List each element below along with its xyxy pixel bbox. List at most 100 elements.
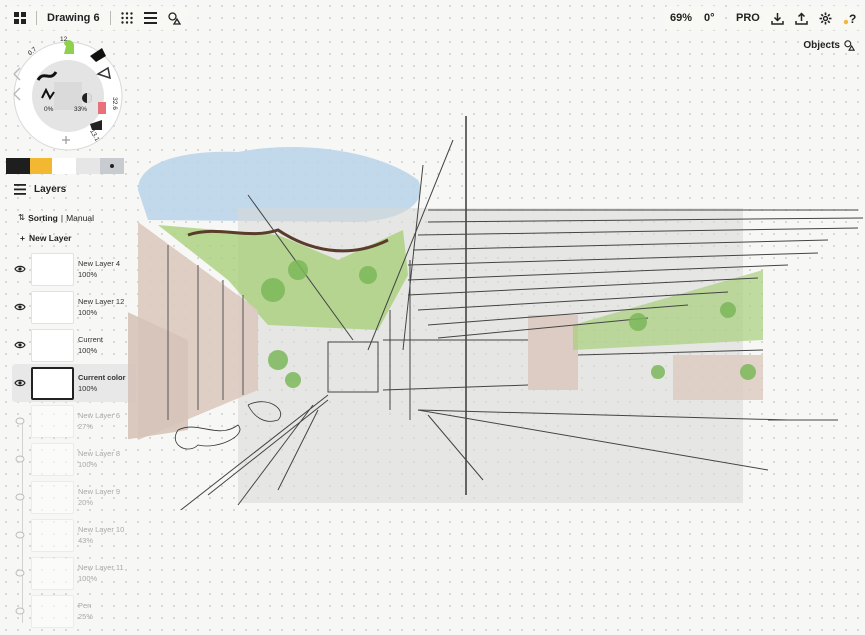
layer-thumbnail[interactable] [31,404,74,438]
visibility-toggle[interactable] [12,489,28,505]
dots-grid-icon [120,12,133,24]
layer-row[interactable]: New Layer 6 27% [12,402,136,440]
eye-icon [14,265,26,273]
swatch-light-gray[interactable] [76,158,100,174]
layer-opacity: 27% [78,422,94,431]
new-layer-button[interactable]: + New Layer [20,233,72,243]
visibility-toggle[interactable] [12,337,28,353]
view-info: 69% 0° [664,6,721,30]
layer-opacity: 100% [78,384,98,393]
new-layer-label: New Layer [28,233,72,243]
drawing-title[interactable]: Drawing 6 [41,12,106,24]
layer-thumbnail[interactable] [31,290,74,324]
layer-row[interactable]: Pen 25% [12,592,136,630]
layer-name: New Layer 6 [78,411,121,420]
dot-icon [110,164,114,168]
layer-row[interactable]: New Layer 12 100% [12,288,136,326]
shapes-button[interactable] [163,6,187,30]
layer-row[interactable]: New Layer 8 100% [12,440,136,478]
layer-meta: Pen 25% [78,600,93,622]
question-icon: ? [843,12,856,25]
pro-button[interactable]: PRO [730,12,766,24]
zoom-level[interactable]: 69% [664,12,698,24]
layer-row[interactable]: New Layer 10 43% [12,516,136,554]
gallery-button[interactable] [115,6,139,30]
drawing-canvas[interactable] [123,110,865,521]
layers-toggle-button[interactable] [139,6,163,30]
brush-wheel[interactable]: 12 0.7 32.6 13.1 0% 33% [10,34,130,154]
layer-name: New Layer 10 [78,525,125,534]
visibility-toggle[interactable] [12,603,28,619]
visibility-toggle[interactable] [12,299,28,315]
swatch-yellow[interactable] [30,158,52,174]
swatch-black[interactable] [6,158,30,174]
rotation-value[interactable]: 0° [698,12,721,24]
layer-thumbnail[interactable] [31,252,74,286]
layer-thumbnail[interactable] [31,594,74,628]
layer-opacity: 25% [78,612,94,621]
export-button[interactable] [766,6,790,30]
layer-meta: Current 100% [78,334,103,356]
layer-thumbnail[interactable] [31,442,74,476]
layer-row[interactable]: New Layer 11 100% [12,554,136,592]
hidden-eye-icon [15,417,25,425]
layer-meta: New Layer 6 27% [78,410,120,432]
brush-right-value: 32.6 [110,97,118,110]
layer-list: New Layer 4 100% New Layer 12 100% Curre… [12,250,136,630]
top-toolbar: Drawing 6 69% 0° PRO ? [0,0,865,36]
layer-row[interactable]: Current 100% [12,326,136,364]
layers-title: Layers [34,184,67,195]
layer-row[interactable]: New Layer 4 100% [12,250,136,288]
layer-thumbnail[interactable] [31,480,74,514]
visibility-toggle[interactable] [12,261,28,277]
sorting-label: Sorting [28,212,58,223]
share-button[interactable] [790,6,814,30]
help-button[interactable]: ? [838,6,862,30]
sorting-value: Manual [66,212,94,223]
visibility-toggle[interactable] [12,375,28,391]
visibility-toggle[interactable] [12,451,28,467]
layer-meta: New Layer 8 100% [78,448,120,470]
layer-thumbnail[interactable] [31,556,74,590]
sort-arrows-icon: ⇅ [18,212,26,222]
layer-meta: New Layer 11 100% [78,562,124,584]
objects-label: Objects [803,40,840,51]
hidden-eye-icon [15,493,25,501]
layer-name: New Layer 12 [78,297,125,306]
layer-opacity: 20% [78,498,94,507]
download-icon [771,12,785,25]
eye-icon [14,303,26,311]
layer-opacity: 100% [78,270,98,279]
eye-icon [14,341,26,349]
svg-text:?: ? [849,12,856,25]
swatch-picker[interactable] [100,158,124,174]
color-swatches [6,158,124,174]
visibility-toggle[interactable] [12,565,28,581]
swatch-white[interactable] [52,158,76,174]
layer-opacity: 100% [78,346,98,355]
sorting-control[interactable]: ⇅ Sorting | Manual [18,212,94,223]
layer-name: Current color [78,373,126,382]
layer-thumbnail[interactable] [31,518,74,552]
objects-button[interactable]: Objects [803,40,855,51]
grid-four-icon [14,12,26,24]
layer-meta: New Layer 10 43% [78,524,124,546]
layer-thumbnail[interactable] [31,328,74,362]
hidden-eye-icon [15,531,25,539]
layer-row[interactable]: New Layer 9 20% [12,478,136,516]
left-toolbar: Drawing 6 [8,6,187,30]
layer-meta: New Layer 9 20% [78,486,120,508]
shapes-icon [844,40,855,51]
layers-header[interactable]: Layers [14,184,66,195]
app-menu-button[interactable] [8,6,32,30]
layer-row[interactable]: Current color 100% [12,364,136,402]
settings-button[interactable] [814,6,838,30]
visibility-toggle[interactable] [12,527,28,543]
layer-opacity: 43% [78,536,94,545]
opacity-value: 0% [44,106,54,113]
layer-name: New Layer 8 [78,449,121,458]
visibility-toggle[interactable] [12,413,28,429]
layer-thumbnail[interactable] [31,366,74,400]
hidden-eye-icon [15,607,25,615]
right-toolbar: PRO ? [730,6,862,30]
